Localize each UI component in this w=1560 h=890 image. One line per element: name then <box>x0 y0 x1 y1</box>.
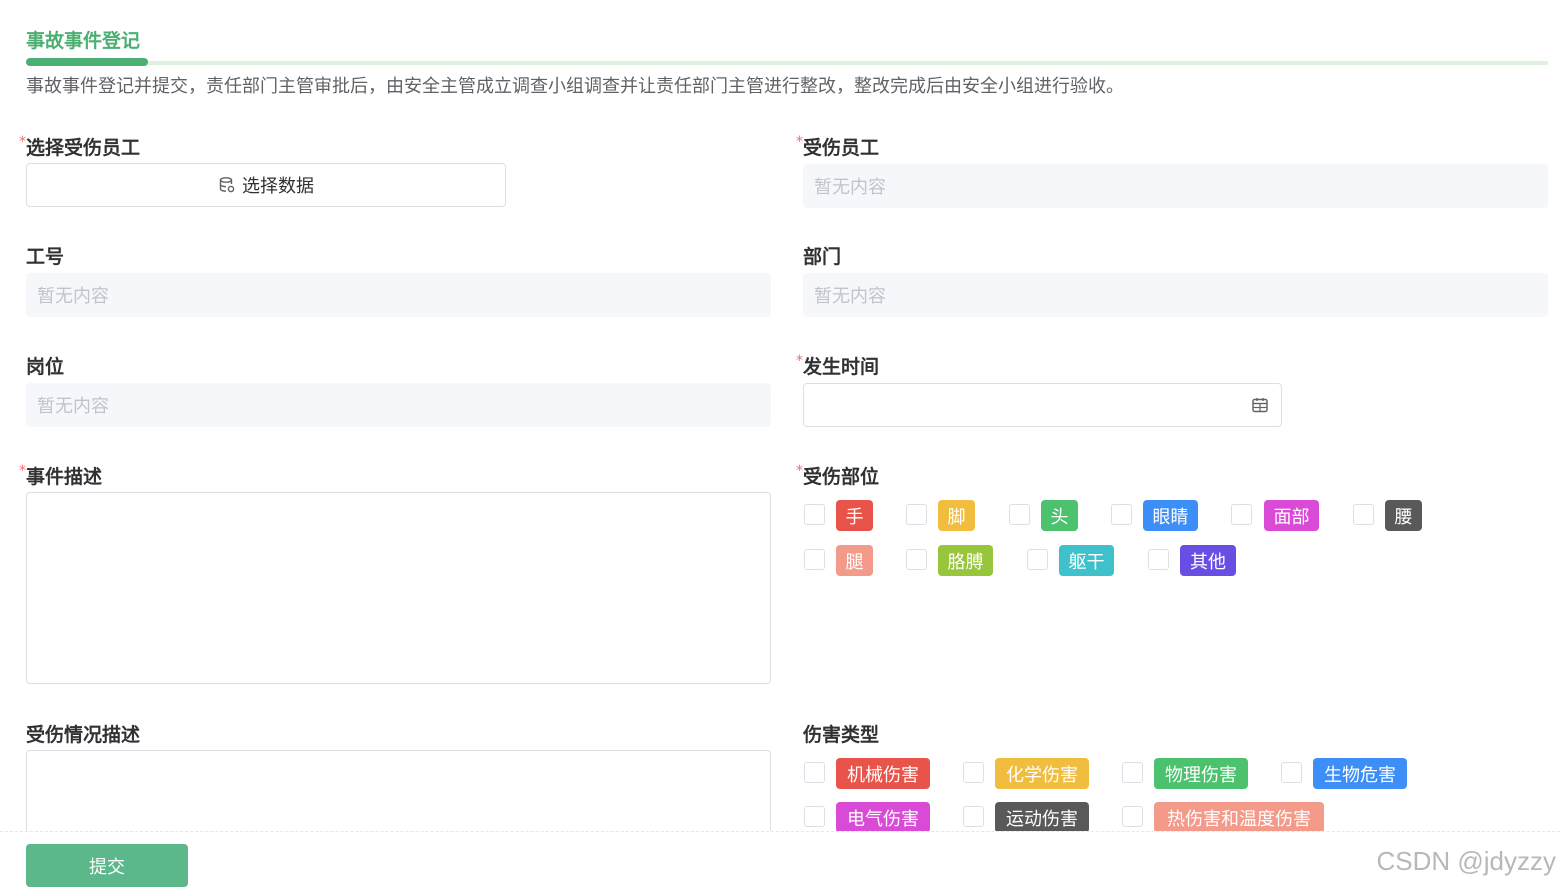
checkbox-harm-type-1[interactable] <box>963 762 984 783</box>
checkbox-injury-part-1[interactable] <box>906 504 927 525</box>
occur-time-picker[interactable] <box>803 383 1282 427</box>
checkbox-harm-type-3[interactable] <box>1281 762 1302 783</box>
required-mark: * <box>796 134 803 150</box>
checkbox-harm-type-2[interactable] <box>1122 762 1143 783</box>
tag-injury-part-9[interactable]: 其他 <box>1180 545 1236 576</box>
required-mark: * <box>19 463 26 479</box>
position-field: 暂无内容 <box>26 383 771 427</box>
checkbox-harm-type-6[interactable] <box>1122 806 1143 827</box>
tag-harm-type-0[interactable]: 机械伤害 <box>836 758 930 789</box>
tag-harm-type-1[interactable]: 化学伤害 <box>995 758 1089 789</box>
occur-time-label: 发生时间 <box>803 356 880 378</box>
tab-title[interactable]: 事故事件登记 <box>26 26 140 53</box>
checkbox-harm-type-0[interactable] <box>804 762 825 783</box>
injury-desc-label: 受伤情况描述 <box>26 724 141 746</box>
select-employee-label: 选择受伤员工 <box>26 137 141 159</box>
watermark: CSDN @jdyzzy <box>1376 846 1556 876</box>
position-label: 岗位 <box>26 356 65 378</box>
checkbox-injury-part-4[interactable] <box>1231 504 1252 525</box>
checkbox-injury-part-7[interactable] <box>906 549 927 570</box>
required-mark: * <box>796 353 803 369</box>
checkbox-injury-part-5[interactable] <box>1353 504 1374 525</box>
tag-harm-type-6[interactable]: 热伤害和温度伤害 <box>1154 802 1324 833</box>
injured-employee-field: 暂无内容 <box>803 164 1548 208</box>
tag-harm-type-3[interactable]: 生物危害 <box>1313 758 1407 789</box>
tag-injury-part-2[interactable]: 头 <box>1041 500 1078 531</box>
tab-active-indicator <box>26 58 148 66</box>
tag-injury-part-7[interactable]: 胳膊 <box>938 545 993 576</box>
checkbox-injury-part-0[interactable] <box>804 504 825 525</box>
calendar-icon[interactable] <box>1251 396 1269 414</box>
select-data-button-label: 选择数据 <box>242 176 314 197</box>
event-desc-textarea[interactable] <box>26 492 771 684</box>
event-desc-label: 事件描述 <box>26 466 103 488</box>
required-mark: * <box>19 134 26 150</box>
checkbox-injury-part-3[interactable] <box>1111 504 1132 525</box>
tag-injury-part-6[interactable]: 腿 <box>836 545 873 576</box>
injured-employee-label: 受伤员工 <box>803 137 880 159</box>
tag-harm-type-5[interactable]: 运动伤害 <box>995 802 1089 833</box>
harm-type-label: 伤害类型 <box>803 724 880 746</box>
database-icon <box>218 176 236 194</box>
tag-injury-part-4[interactable]: 面部 <box>1264 500 1319 531</box>
tag-injury-part-0[interactable]: 手 <box>836 500 873 531</box>
department-field: 暂无内容 <box>803 273 1548 317</box>
checkbox-injury-part-8[interactable] <box>1027 549 1048 570</box>
tag-injury-part-8[interactable]: 躯干 <box>1059 545 1114 576</box>
select-data-button[interactable]: 选择数据 <box>26 163 506 207</box>
checkbox-harm-type-4[interactable] <box>804 806 825 827</box>
checkbox-harm-type-5[interactable] <box>963 806 984 827</box>
required-mark: * <box>796 463 803 479</box>
tab-underline <box>26 61 1548 65</box>
injury-part-label: 受伤部位 <box>803 466 880 488</box>
checkbox-injury-part-6[interactable] <box>804 549 825 570</box>
form-description: 事故事件登记并提交，责任部门主管审批后，由安全主管成立调查小组调查并让责任部门主… <box>26 76 1124 97</box>
employee-no-field: 暂无内容 <box>26 273 771 317</box>
tag-injury-part-1[interactable]: 脚 <box>938 500 975 531</box>
submit-button[interactable]: 提交 <box>26 844 188 887</box>
department-label: 部门 <box>803 246 842 268</box>
checkbox-injury-part-9[interactable] <box>1148 549 1169 570</box>
employee-no-label: 工号 <box>26 246 65 268</box>
checkbox-injury-part-2[interactable] <box>1009 504 1030 525</box>
tag-injury-part-5[interactable]: 腰 <box>1385 500 1422 531</box>
tag-harm-type-2[interactable]: 物理伤害 <box>1154 758 1248 789</box>
tag-injury-part-3[interactable]: 眼睛 <box>1143 500 1198 531</box>
form-footer <box>0 831 1560 890</box>
tag-harm-type-4[interactable]: 电气伤害 <box>836 802 930 833</box>
